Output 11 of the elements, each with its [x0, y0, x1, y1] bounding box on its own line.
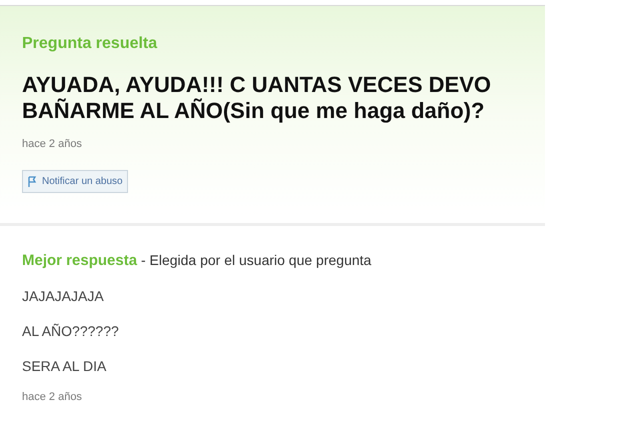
answer-line: SERA AL DIA	[22, 357, 106, 376]
best-answer-label: Mejor respuesta	[22, 252, 138, 268]
status-label: Pregunta resuelta	[22, 34, 158, 54]
report-abuse-button[interactable]: Notificar un abuso	[22, 170, 128, 192]
chosen-note: - Elegida por el usuario que pregunta	[140, 252, 372, 268]
flag-icon	[27, 176, 38, 186]
answer-line: JAJAJAJAJA	[22, 287, 104, 306]
answer-line: AL AÑO??????	[22, 322, 119, 341]
question-title: AYUADA, AYUDA!!! C UANTAS VECES DEVO BAÑARME AL AÑO(Sin que me haga daño)?	[22, 72, 492, 124]
timestamp: hace 2 años	[22, 390, 82, 405]
timestamp: hace 2 años	[22, 137, 82, 152]
